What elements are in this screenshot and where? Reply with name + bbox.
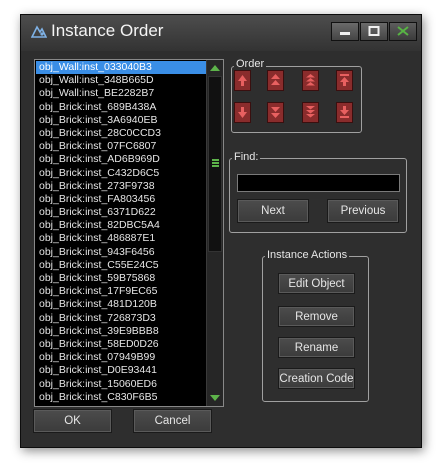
list-item[interactable]: obj_Wall:inst_033040B3	[36, 61, 206, 75]
move-down-faster-icon	[306, 106, 315, 118]
move-to-bottom-button[interactable]	[336, 102, 353, 123]
instance-list-items: obj_Wall:inst_033040B3 obj_Wall:inst_348B…	[36, 61, 206, 404]
list-item[interactable]: obj_Brick:inst_689B438A	[36, 101, 206, 114]
list-item[interactable]: obj_Brick:inst_486887E1	[36, 232, 206, 245]
ok-button[interactable]: OK	[33, 409, 112, 433]
move-up-fast-icon	[271, 74, 280, 85]
list-item[interactable]: obj_Brick:inst_273F9738	[36, 180, 206, 193]
close-icon	[397, 26, 409, 36]
move-up-faster-button[interactable]	[302, 70, 319, 91]
remove-button[interactable]: Remove	[278, 306, 355, 327]
find-previous-button[interactable]: Previous	[327, 199, 399, 223]
maximize-button[interactable]	[360, 22, 388, 41]
rename-button[interactable]: Rename	[278, 337, 355, 358]
title-bar[interactable]: Instance Order	[21, 15, 421, 51]
move-to-bottom-icon	[340, 106, 349, 118]
instance-actions-label: Instance Actions	[265, 249, 350, 261]
scroll-thumb[interactable]	[208, 76, 222, 252]
move-to-top-icon	[340, 74, 349, 86]
move-up-one-icon	[238, 75, 247, 86]
list-item[interactable]: obj_Brick:inst_28C0CCD3	[36, 127, 206, 140]
move-up-faster-icon	[306, 74, 315, 86]
list-item[interactable]: obj_Brick:inst_D0E93441	[36, 364, 206, 377]
move-down-one-button[interactable]	[234, 102, 251, 123]
list-item[interactable]: obj_Brick:inst_726873D3	[36, 312, 206, 325]
scroll-up-arrow-icon[interactable]	[207, 60, 223, 76]
gamemaker-logo-icon	[31, 25, 47, 38]
list-item[interactable]: obj_Brick:inst_C432D6C5	[36, 167, 206, 180]
list-item[interactable]: obj_Brick:inst_C830F6B5	[36, 391, 206, 404]
list-item[interactable]: obj_Wall:inst_348B665D	[36, 74, 206, 87]
instance-list[interactable]: obj_Wall:inst_033040B3 obj_Wall:inst_348B…	[34, 59, 224, 407]
find-label: Find:	[232, 151, 261, 163]
list-item[interactable]: obj_Brick:inst_943F6456	[36, 246, 206, 259]
list-item[interactable]: obj_Brick:inst_FA803456	[36, 193, 206, 206]
list-item[interactable]: obj_Brick:inst_82DBC5A4	[36, 219, 206, 232]
list-item[interactable]: obj_Brick:inst_3A6940EB	[36, 114, 206, 127]
list-item[interactable]: obj_Brick:inst_39E9BBB8	[36, 325, 206, 338]
list-item[interactable]: obj_Brick:inst_AD6B969D	[36, 153, 206, 166]
list-item[interactable]: obj_Brick:inst_6371D622	[36, 206, 206, 219]
instance-order-window: Instance Order obj_Wall:inst_033040B3 obj…	[20, 14, 422, 448]
list-scrollbar[interactable]	[206, 60, 223, 406]
list-item[interactable]: obj_Brick:inst_C55E24C5	[36, 259, 206, 272]
find-input[interactable]	[237, 174, 400, 192]
scroll-grip-icon	[212, 159, 219, 168]
move-up-fast-button[interactable]	[267, 70, 284, 91]
close-button[interactable]	[389, 22, 417, 41]
scroll-down-arrow-icon[interactable]	[207, 390, 223, 406]
minimize-icon	[340, 32, 350, 35]
list-item[interactable]: obj_Brick:inst_58ED0D26	[36, 338, 206, 351]
move-down-fast-icon	[271, 107, 280, 118]
list-item[interactable]: obj_Brick:inst_59B75868	[36, 272, 206, 285]
creation-code-button[interactable]: Creation Code	[278, 368, 355, 389]
move-up-one-button[interactable]	[234, 70, 251, 91]
find-next-button[interactable]: Next	[237, 199, 309, 223]
move-down-fast-button[interactable]	[267, 102, 284, 123]
edit-object-button[interactable]: Edit Object	[278, 273, 355, 294]
list-item[interactable]: obj_Brick:inst_15060ED6	[36, 378, 206, 391]
minimize-button[interactable]	[331, 22, 359, 41]
list-item[interactable]: obj_Brick:inst_481D120B	[36, 298, 206, 311]
list-item[interactable]: obj_Brick:inst_17F9EC65	[36, 285, 206, 298]
move-to-top-button[interactable]	[336, 70, 353, 91]
cancel-button[interactable]: Cancel	[133, 409, 212, 433]
order-label: Order	[234, 58, 267, 70]
move-down-faster-button[interactable]	[302, 102, 319, 123]
move-down-one-icon	[238, 107, 247, 118]
maximize-icon	[368, 26, 380, 36]
window-title: Instance Order	[51, 21, 164, 40]
list-item[interactable]: obj_Wall:inst_BE2282B7	[36, 87, 206, 100]
list-item[interactable]: obj_Brick:inst_07FC6807	[36, 140, 206, 153]
list-item[interactable]: obj_Brick:inst_07949B99	[36, 351, 206, 364]
